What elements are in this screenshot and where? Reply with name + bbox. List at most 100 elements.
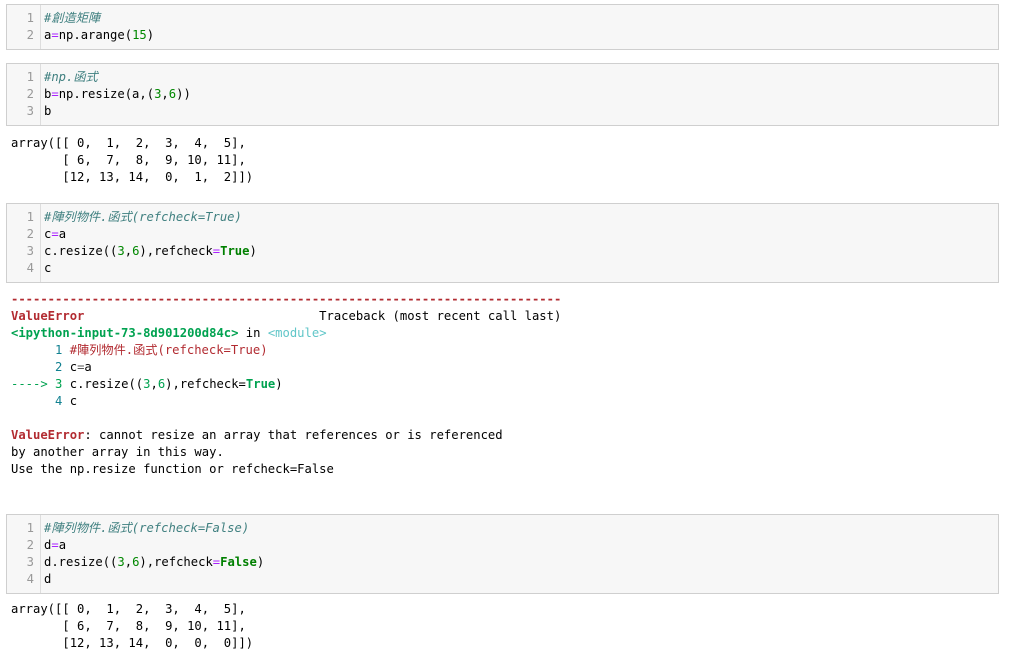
- code-token: =: [51, 87, 59, 101]
- line-number: 3: [26, 104, 34, 118]
- code-token: 15: [132, 28, 147, 42]
- code-token: ): [275, 377, 283, 391]
- code-token: np.resize(a,(: [58, 87, 155, 101]
- code-token: in: [238, 326, 268, 340]
- code-token: ): [146, 28, 155, 42]
- line-number: 4: [26, 261, 34, 275]
- code-token: np.arange(: [58, 28, 133, 42]
- code-token: #創造矩陣: [44, 11, 101, 25]
- code-token: a: [84, 360, 92, 374]
- line-number: 1: [26, 70, 34, 84]
- code-token: ,: [124, 244, 133, 258]
- code-text: b: [44, 103, 51, 120]
- code-token: ): [256, 555, 265, 569]
- code-token: ),refcheck: [139, 555, 213, 569]
- code-cell-3[interactable]: 1 #陣列物件.函式(refcheck=True) 2 c=a 3 c.resize((3…: [6, 203, 999, 283]
- code-token: by another array in this way.: [11, 445, 224, 459]
- cell-3-traceback: ----------------------------------------…: [11, 291, 561, 478]
- line-number: 2: [26, 227, 34, 241]
- line-number: 1: [26, 11, 34, 25]
- code-token: Use the np.resize function or refcheck=F…: [11, 462, 334, 476]
- code-token: d.resize((: [44, 555, 118, 569]
- traceback-line: 2 c=a: [11, 359, 561, 376]
- line-number: 2: [26, 538, 34, 552]
- code-token: =: [51, 28, 59, 42]
- code-text: #創造矩陣: [44, 10, 100, 27]
- code-text: c: [44, 260, 51, 277]
- output-line: [12, 13, 14, 0, 0, 0]]): [11, 636, 254, 650]
- code-cell-2[interactable]: 1 #np.函式 2 b=np.resize(a,(3,6)) 3 b: [6, 63, 999, 126]
- code-token: #陣列物件.函式(refcheck=False): [44, 521, 250, 535]
- code-text: c.resize((3,6),refcheck=True): [44, 243, 257, 260]
- code-token: ----------------------------------------…: [11, 292, 562, 306]
- code-token: ValueError: [11, 309, 85, 323]
- code-token: c: [44, 261, 52, 275]
- output-line: [ 6, 7, 8, 9, 10, 11],: [11, 619, 246, 633]
- code-text: d.resize((3,6),refcheck=False): [44, 554, 264, 571]
- cell-2-output: array([[ 0, 1, 2, 3, 4, 5], [ 6, 7, 8, 9…: [11, 135, 253, 186]
- code-text: #陣列物件.函式(refcheck=True): [44, 209, 242, 226]
- code-token: ),refcheck: [139, 244, 213, 258]
- code-token: #陣列物件.函式(refcheck=True): [44, 210, 242, 224]
- code-token: 3: [117, 244, 125, 258]
- code-token: <module>: [267, 326, 327, 340]
- code-token: ),: [165, 377, 180, 391]
- traceback-line: by another array in this way.: [11, 444, 561, 461]
- line-number: 2: [26, 28, 34, 42]
- code-token: Traceback (most recent call last): [84, 309, 562, 323]
- code-text: d: [44, 571, 51, 588]
- output-line: array([[ 0, 1, 2, 3, 4, 5],: [11, 602, 246, 616]
- code-token: ,: [124, 555, 133, 569]
- code-text: c=a: [44, 226, 66, 243]
- code-token: : cannot resize an array that references…: [84, 428, 503, 442]
- traceback-line: <ipython-input-73-8d901200d84c> in <modu…: [11, 325, 561, 342]
- code-token: ,: [150, 377, 158, 391]
- code-token: True: [245, 377, 276, 391]
- code-text: b=np.resize(a,(3,6)): [44, 86, 191, 103]
- traceback-line: ----> 3 c.resize((3,6),refcheck=True): [11, 376, 561, 393]
- code-token: True: [220, 244, 250, 258]
- code-token: )): [176, 87, 191, 101]
- traceback-line: [11, 410, 561, 427]
- code-token: resize: [84, 377, 129, 391]
- code-token: c: [62, 360, 78, 374]
- code-token: #np.函式: [44, 70, 98, 84]
- code-token: <ipython-input-73-8d901200d84c>: [11, 326, 239, 340]
- traceback-line: 4 c: [11, 393, 561, 410]
- code-token: False: [220, 555, 257, 569]
- traceback-line: 1 #陣列物件.函式(refcheck=True): [11, 342, 561, 359]
- code-token: ----> 3: [11, 377, 63, 391]
- code-token: a: [58, 538, 67, 552]
- code-token: =: [238, 377, 246, 391]
- code-text: #陣列物件.函式(refcheck=False): [44, 520, 249, 537]
- code-text: a=np.arange(15): [44, 27, 154, 44]
- code-token: ValueError: [11, 428, 85, 442]
- code-token: ): [249, 244, 257, 258]
- line-number: 1: [26, 521, 34, 535]
- code-token: refcheck: [179, 377, 239, 391]
- code-token: c: [62, 377, 78, 391]
- code-token: =: [51, 227, 59, 241]
- code-cell-1[interactable]: 1 #創造矩陣 2 a=np.arange(15): [6, 4, 999, 50]
- line-number: 3: [26, 555, 34, 569]
- code-token: c: [62, 394, 78, 408]
- line-number: 3: [26, 244, 34, 258]
- cell-4-output: array([[ 0, 1, 2, 3, 4, 5], [ 6, 7, 8, 9…: [11, 601, 253, 652]
- code-text: #np.函式: [44, 69, 98, 86]
- code-cell-4[interactable]: 1 #陣列物件.函式(refcheck=False) 2 d=a 3 d.resize((…: [6, 514, 999, 594]
- output-line: array([[ 0, 1, 2, 3, 4, 5],: [11, 136, 246, 150]
- code-token: 3: [117, 555, 125, 569]
- code-token: =: [51, 538, 59, 552]
- traceback-line: ----------------------------------------…: [11, 291, 561, 308]
- line-number: 1: [26, 210, 34, 224]
- code-token: ,: [161, 87, 169, 101]
- code-token: ((: [128, 377, 144, 391]
- traceback-line: Use the np.resize function or refcheck=F…: [11, 461, 561, 478]
- code-text: d=a: [44, 537, 66, 554]
- code-token: d: [44, 572, 52, 586]
- code-token: b: [44, 104, 52, 118]
- line-number: 4: [26, 572, 34, 586]
